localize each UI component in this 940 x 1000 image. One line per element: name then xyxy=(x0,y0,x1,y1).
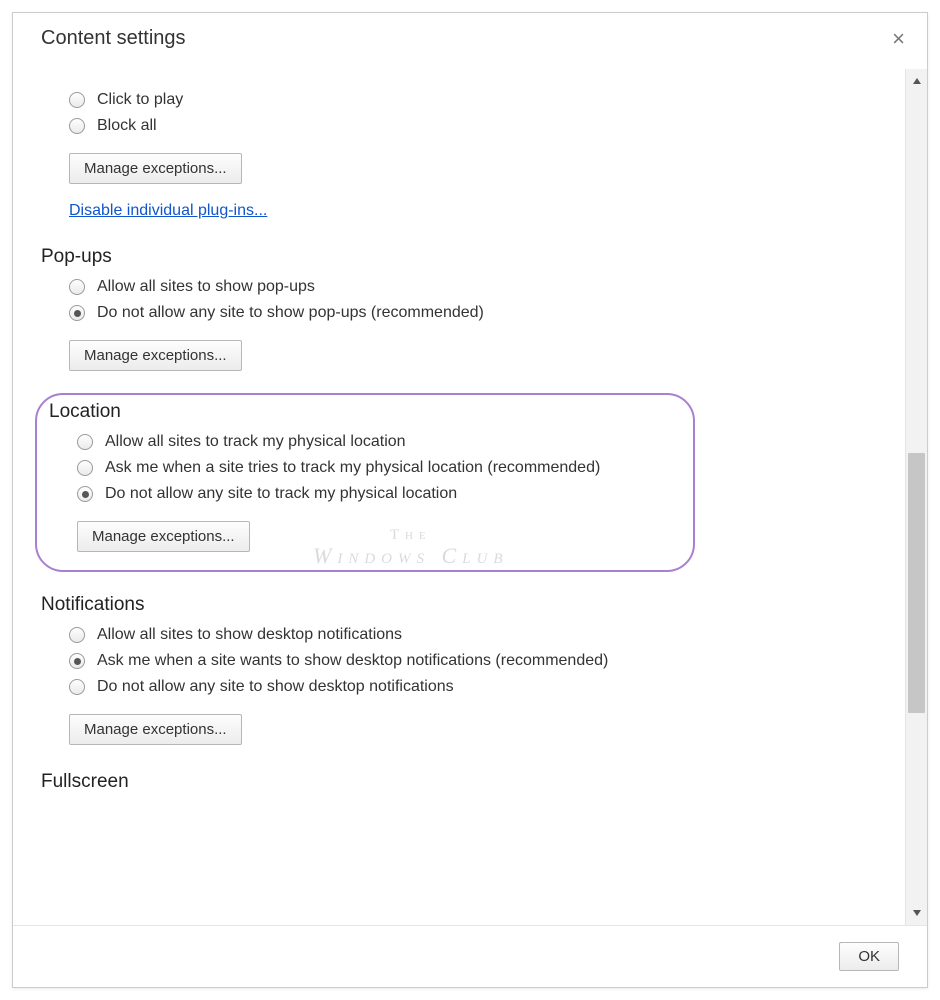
scrollbar-thumb[interactable] xyxy=(908,453,925,713)
radio-icon xyxy=(69,279,85,295)
radio-icon xyxy=(77,434,93,450)
radio-icon xyxy=(77,486,93,502)
close-icon[interactable]: × xyxy=(892,28,905,50)
radio-label: Allow all sites to show desktop notifica… xyxy=(97,626,402,644)
section-location-highlight: Location Allow all sites to track my phy… xyxy=(35,393,695,572)
manage-exceptions-button[interactable]: Manage exceptions... xyxy=(77,521,250,552)
section-title-popups: Pop-ups xyxy=(41,246,899,268)
radio-icon xyxy=(69,92,85,108)
manage-exceptions-button[interactable]: Manage exceptions... xyxy=(69,153,242,184)
disable-plugins-link[interactable]: Disable individual plug-ins... xyxy=(69,202,267,220)
radio-block-all[interactable]: Block all xyxy=(69,117,899,135)
scrollbar-track[interactable] xyxy=(906,93,927,901)
radio-label: Ask me when a site wants to show desktop… xyxy=(97,652,608,670)
radio-notifications-allow[interactable]: Allow all sites to show desktop notifica… xyxy=(69,626,899,644)
section-title-fullscreen: Fullscreen xyxy=(41,771,899,793)
radio-icon xyxy=(69,627,85,643)
section-fullscreen: Fullscreen xyxy=(41,771,899,793)
radio-popups-allow[interactable]: Allow all sites to show pop-ups xyxy=(69,278,899,296)
section-title-notifications: Notifications xyxy=(41,594,899,616)
manage-exceptions-button[interactable]: Manage exceptions... xyxy=(69,714,242,745)
content-body: Click to play Block all Manage exception… xyxy=(13,91,927,793)
manage-exceptions-button[interactable]: Manage exceptions... xyxy=(69,340,242,371)
radio-notifications-ask[interactable]: Ask me when a site wants to show desktop… xyxy=(69,652,899,670)
dialog-footer: OK xyxy=(13,925,927,987)
radio-location-ask[interactable]: Ask me when a site tries to track my phy… xyxy=(77,459,675,477)
radio-notifications-block[interactable]: Do not allow any site to show desktop no… xyxy=(69,678,899,696)
ok-button[interactable]: OK xyxy=(839,942,899,971)
radio-label: Click to play xyxy=(97,91,183,109)
radio-label: Allow all sites to track my physical loc… xyxy=(105,433,406,451)
radio-label: Ask me when a site tries to track my phy… xyxy=(105,459,600,477)
radio-label: Do not allow any site to show pop-ups (r… xyxy=(97,304,484,322)
radio-label: Do not allow any site to track my physic… xyxy=(105,485,457,503)
radio-icon xyxy=(77,460,93,476)
radio-label: Do not allow any site to show desktop no… xyxy=(97,678,454,696)
section-popups: Pop-ups Allow all sites to show pop-ups … xyxy=(41,246,899,375)
radio-label: Allow all sites to show pop-ups xyxy=(97,278,315,296)
radio-icon xyxy=(69,679,85,695)
radio-icon xyxy=(69,305,85,321)
scroll-up-icon[interactable] xyxy=(906,69,927,93)
section-notifications: Notifications Allow all sites to show de… xyxy=(41,594,899,749)
section-plugins: Click to play Block all Manage exception… xyxy=(41,91,899,224)
radio-icon xyxy=(69,653,85,669)
radio-location-block[interactable]: Do not allow any site to track my physic… xyxy=(77,485,675,503)
scroll-area: Click to play Block all Manage exception… xyxy=(13,69,927,925)
dialog-title: Content settings xyxy=(41,27,186,50)
radio-icon xyxy=(69,118,85,134)
radio-click-to-play[interactable]: Click to play xyxy=(69,91,899,109)
section-title-location: Location xyxy=(49,401,675,423)
radio-popups-block[interactable]: Do not allow any site to show pop-ups (r… xyxy=(69,304,899,322)
scroll-down-icon[interactable] xyxy=(906,901,927,925)
content-settings-dialog: Content settings × Click to play Block a… xyxy=(12,12,928,988)
radio-label: Block all xyxy=(97,117,157,135)
scrollbar[interactable] xyxy=(905,69,927,925)
radio-location-allow[interactable]: Allow all sites to track my physical loc… xyxy=(77,433,675,451)
dialog-header: Content settings × xyxy=(13,13,927,58)
